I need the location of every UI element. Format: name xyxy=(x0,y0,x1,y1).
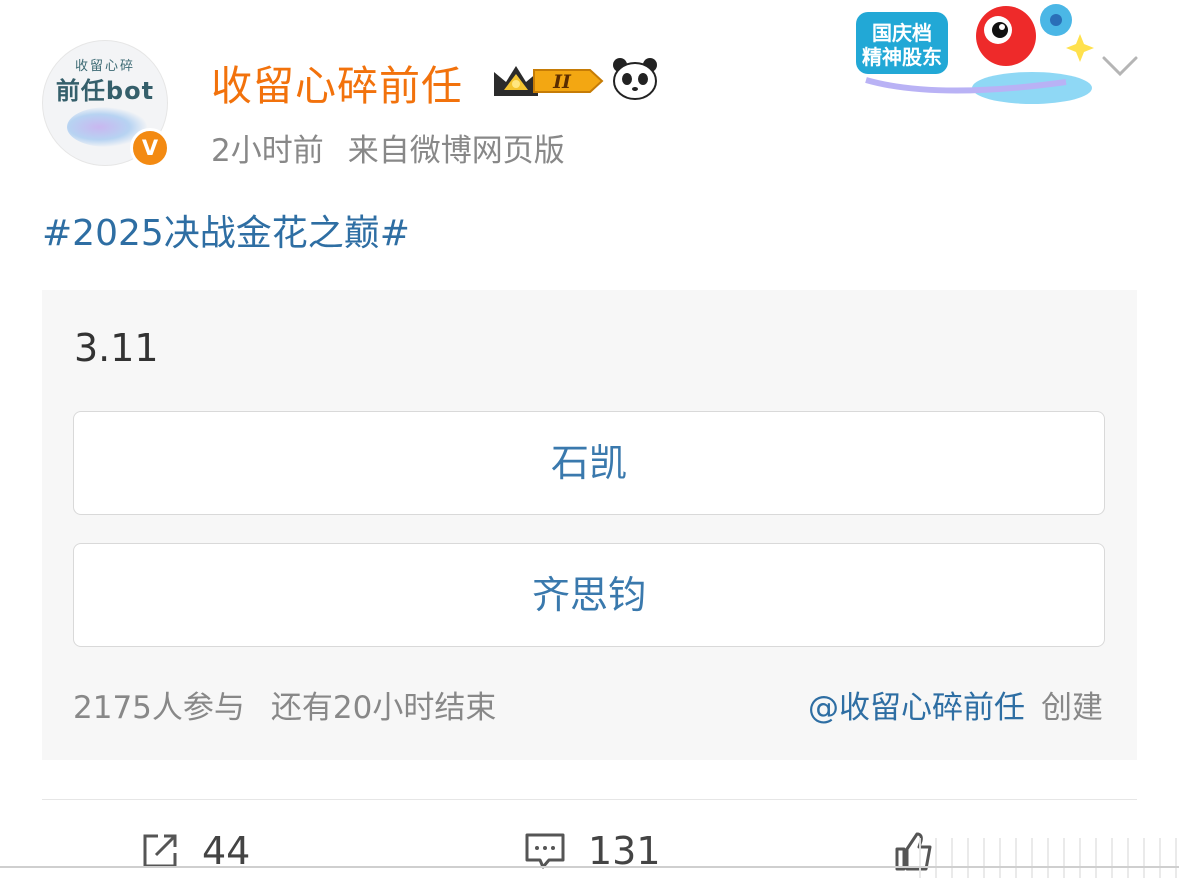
post-meta: 2小时前 来自微博网页版 xyxy=(211,125,565,170)
divider xyxy=(42,799,1137,800)
forward-button[interactable]: 44 xyxy=(140,826,250,876)
comment-icon xyxy=(525,833,565,869)
topic-hashtag-link[interactable]: #2025决战金花之巅# xyxy=(42,204,410,256)
panda-icon xyxy=(613,58,657,100)
poll-participants: 2175人参与 xyxy=(73,690,245,726)
verified-badge-icon: V xyxy=(130,128,170,168)
post-time: 2小时前 xyxy=(211,133,324,169)
poll-option-2-button[interactable]: 齐思钧 xyxy=(73,543,1105,647)
crown-level-text: II xyxy=(552,71,572,93)
crown-level-badge-icon[interactable]: II xyxy=(490,60,606,102)
comment-button[interactable]: 131 xyxy=(524,826,661,876)
poll-creator-link[interactable]: @收留心碎前任 xyxy=(808,690,1025,726)
avatar-big-text: 前任bot xyxy=(55,77,155,105)
poll-creator-info: @收留心碎前任 创建 xyxy=(808,682,1103,727)
bottom-border xyxy=(0,866,1179,868)
bottom-fade-overlay xyxy=(905,838,1179,878)
post-source[interactable]: 来自微博网页版 xyxy=(348,133,565,169)
poll-time-left: 还有20小时结束 xyxy=(270,690,497,726)
promo-line1: 国庆档 xyxy=(872,21,932,45)
forward-icon xyxy=(143,834,177,868)
poll-created-label: 创建 xyxy=(1041,690,1103,726)
poll-title: 3.11 xyxy=(74,326,159,370)
national-day-promo-icon[interactable]: 国庆档 精神股东 xyxy=(836,0,1094,108)
poll-card: 3.11 石凯 齐思钧 2175人参与 还有20小时结束 @收留心碎前任 创建 xyxy=(42,290,1137,760)
promo-line2: 精神股东 xyxy=(862,45,942,69)
username[interactable]: 收留心碎前任 xyxy=(211,52,463,112)
poll-option-1-button[interactable]: 石凯 xyxy=(73,411,1105,515)
poll-stats: 2175人参与 还有20小时结束 xyxy=(73,682,496,727)
chevron-down-icon[interactable] xyxy=(1100,52,1140,80)
